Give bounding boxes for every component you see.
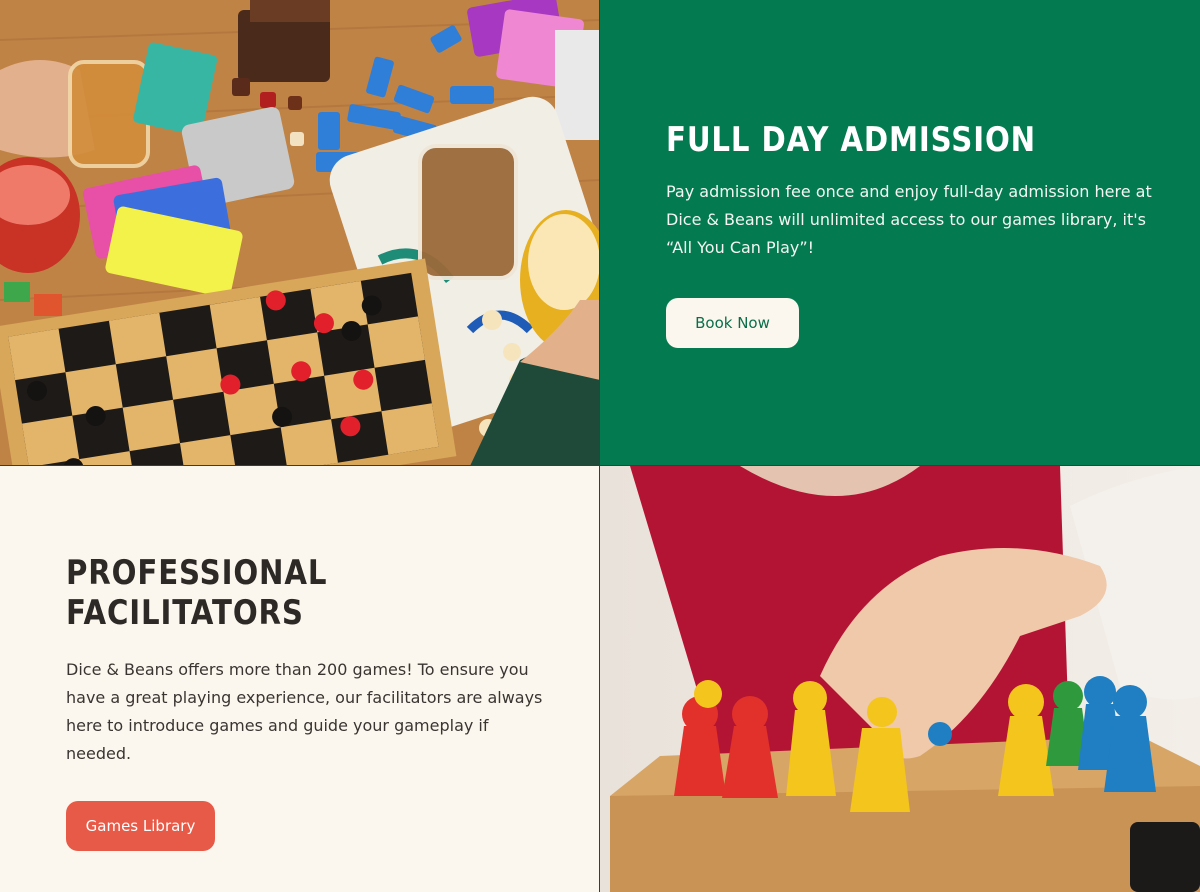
board-games-table-photo <box>0 0 600 466</box>
facilitators-title-line1: PROFESSIONAL <box>66 553 328 593</box>
book-now-button[interactable]: Book Now <box>666 298 799 348</box>
games-library-button[interactable]: Games Library <box>66 801 215 851</box>
facilitators-title: PROFESSIONAL FACILITATORS <box>66 553 358 633</box>
facilitators-title-line2: FACILITATORS <box>66 593 304 633</box>
feature-grid: FULL DAY ADMISSION Pay admission fee onc… <box>0 0 1200 892</box>
admission-title: FULL DAY ADMISSION <box>666 120 1036 160</box>
admission-description: Pay admission fee once and enjoy full-da… <box>666 182 1152 257</box>
board-games-table-illustration <box>0 0 599 465</box>
facilitators-description: Dice & Beans offers more than 200 games!… <box>66 660 543 763</box>
board-game-pieces-illustration <box>600 466 1200 892</box>
admission-panel: FULL DAY ADMISSION Pay admission fee onc… <box>600 0 1200 466</box>
facilitators-panel: PROFESSIONAL FACILITATORS Dice & Beans o… <box>0 466 600 892</box>
board-game-pieces-photo <box>600 466 1200 892</box>
